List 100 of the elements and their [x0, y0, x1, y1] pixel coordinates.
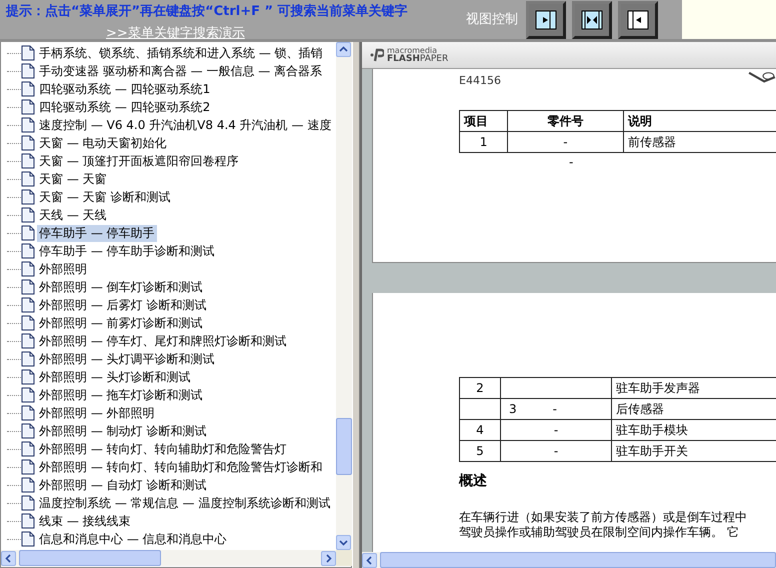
- table-cell: 2: [460, 378, 500, 398]
- scroll-right-button[interactable]: [321, 550, 336, 566]
- document-icon: [21, 225, 35, 241]
- table-cell: 3 -: [500, 398, 612, 420]
- table-cell: 1: [460, 132, 508, 152]
- document-icon: [21, 189, 35, 205]
- document-icon: [21, 441, 35, 457]
- tree-item[interactable]: 外部照明: [37, 260, 89, 278]
- document-icon: [21, 45, 35, 61]
- document-icon: [21, 135, 35, 151]
- figure-label: E44156: [459, 74, 501, 87]
- tree-item[interactable]: 外部照明 — 外部照明: [37, 404, 157, 422]
- document-icon: [21, 243, 35, 259]
- tree-item[interactable]: 天线 — 天线: [37, 206, 109, 224]
- scroll-left-button[interactable]: [1, 550, 16, 566]
- document-icon: [21, 261, 35, 277]
- splitter-bar[interactable]: [352, 42, 360, 568]
- tree-item[interactable]: 四轮驱动系统 — 四轮驱动系统2: [37, 98, 212, 116]
- document-icon: [21, 279, 35, 295]
- panel-layout-icon: [627, 10, 649, 30]
- view-control-label: 视图控制: [466, 11, 518, 29]
- tree-item[interactable]: 天窗 — 天窗 诊断和测试: [37, 188, 172, 206]
- tree-item[interactable]: 停车助手 — 停车助手诊断和测试: [37, 242, 217, 260]
- tree-item[interactable]: 外部照明 — 转向灯、转向辅助灯和危险警告灯: [37, 440, 289, 458]
- document-icon: [21, 513, 35, 529]
- tree-item[interactable]: 速度控制 — V6 4.0 升汽油机V8 4.4 升汽油机 — 速度: [37, 116, 334, 134]
- dash-text: -: [569, 155, 574, 169]
- paragraph-line: 驾驶员操作或辅助驾驶员在限制空间内操作车辆。 它: [459, 525, 740, 540]
- tree-item[interactable]: 四轮驱动系统 — 四轮驱动系统1: [37, 80, 212, 98]
- tree-item[interactable]: 天窗 — 天窗: [37, 170, 109, 188]
- table-cell: 4: [460, 420, 500, 440]
- tree-item[interactable]: 外部照明 — 前雾灯诊断和测试: [37, 314, 205, 332]
- tree-item[interactable]: 手动变速器 驱动桥和离合器 — 一般信息 — 离合器系: [37, 62, 324, 80]
- panel-layout-icon: [535, 10, 557, 30]
- table-cell: 5: [460, 440, 500, 462]
- horizontal-scrollbar[interactable]: [1, 550, 336, 566]
- document-icon: [21, 315, 35, 331]
- part-drawing: [748, 69, 776, 83]
- tree-item[interactable]: 外部照明 — 后雾灯 诊断和测试: [37, 296, 208, 314]
- document-icon: [21, 117, 35, 133]
- tree-item[interactable]: 线束 — 接线线束: [37, 512, 133, 530]
- tree-item[interactable]: 外部照明 — 停车灯、尾灯和牌照灯诊断和测试: [37, 332, 289, 350]
- table-cell: -: [500, 420, 612, 440]
- column-header: 零件号: [508, 110, 624, 132]
- tree-item[interactable]: 外部照明 — 倒车灯诊断和测试: [37, 278, 205, 296]
- scroll-left-button[interactable]: [362, 552, 377, 568]
- brand-text: macromedia: [387, 47, 438, 55]
- table-cell: 驻车助手发声器: [612, 378, 776, 398]
- document-icon: [21, 387, 35, 403]
- tree-item[interactable]: 天窗 — 顶篷打开面板遮阳帘回卷程序: [37, 152, 241, 170]
- document-icon: [21, 423, 35, 439]
- tree-item[interactable]: 停车助手 — 停车助手: [37, 224, 157, 242]
- view-button[interactable]: [526, 1, 566, 39]
- scroll-up-button[interactable]: [336, 42, 351, 57]
- scroll-down-button[interactable]: [336, 535, 351, 550]
- panel-layout-icon: [581, 10, 603, 30]
- scroll-thumb[interactable]: [19, 550, 161, 566]
- document-icon: [21, 63, 35, 79]
- document-icon: [21, 153, 35, 169]
- document-icon: [21, 99, 35, 115]
- chevron-icon: [4, 554, 13, 562]
- column-header: 项目: [460, 110, 508, 132]
- table-cell: -: [508, 132, 624, 152]
- document-icon: [21, 81, 35, 97]
- scrollbar-corner: [336, 550, 352, 566]
- tree-item[interactable]: 外部照明 — 转向灯、转向辅助灯和危险警告灯诊断和: [37, 458, 325, 476]
- document-icon: [21, 459, 35, 475]
- section-heading: 概述: [459, 472, 488, 490]
- document-icon: [21, 171, 35, 187]
- document-icon: [21, 531, 35, 547]
- document-icon: [21, 351, 35, 367]
- document-icon: [21, 369, 35, 385]
- tree-item[interactable]: 外部照明 — 拖车灯诊断和测试: [37, 386, 205, 404]
- document-icon: [21, 405, 35, 421]
- tree-item[interactable]: 信息和消息中心 — 信息和消息中心: [37, 530, 229, 548]
- tree-item[interactable]: 天窗 — 电动天窗初始化: [37, 134, 169, 152]
- view-button[interactable]: [572, 1, 612, 39]
- hint-text: 提示：点击“菜单展开”再在键盘按“Ctrl+F ” 可搜索当前菜单关键字: [6, 2, 409, 20]
- tree-item[interactable]: 温度控制系统 — 常规信息 — 温度控制系统诊断和测试: [37, 494, 332, 512]
- document-icon: [21, 495, 35, 511]
- tree-item[interactable]: 外部照明 — 自动灯 诊断和测试: [37, 476, 208, 494]
- document-icon: [21, 333, 35, 349]
- chevron-icon: [365, 556, 374, 564]
- vertical-scrollbar[interactable]: [336, 42, 352, 550]
- table-cell: -: [500, 440, 612, 462]
- table-cell: [460, 398, 500, 420]
- tree-item[interactable]: 外部照明 — 头灯调平诊断和测试: [37, 350, 217, 368]
- brand-name: FLASHPAPER: [387, 55, 448, 63]
- paragraph-line: 在车辆行进（如果安装了前方传感器）或是倒车过程中: [459, 510, 748, 525]
- chevron-icon: [339, 45, 348, 54]
- tree-item[interactable]: 外部照明 — 制动灯 诊断和测试: [37, 422, 208, 440]
- document-icon: [21, 297, 35, 313]
- logo-icon: [370, 48, 384, 62]
- tree-item[interactable]: 外部照明 — 头灯诊断和测试: [37, 368, 193, 386]
- scroll-thumb[interactable]: [336, 418, 352, 474]
- tree-item[interactable]: 手柄系统、锁系统、插销系统和进入系统 — 锁、插销: [37, 44, 325, 62]
- column-header: 说明: [623, 110, 776, 132]
- view-button[interactable]: [618, 1, 658, 39]
- document-icon: [21, 207, 35, 223]
- document-icon: [21, 477, 35, 493]
